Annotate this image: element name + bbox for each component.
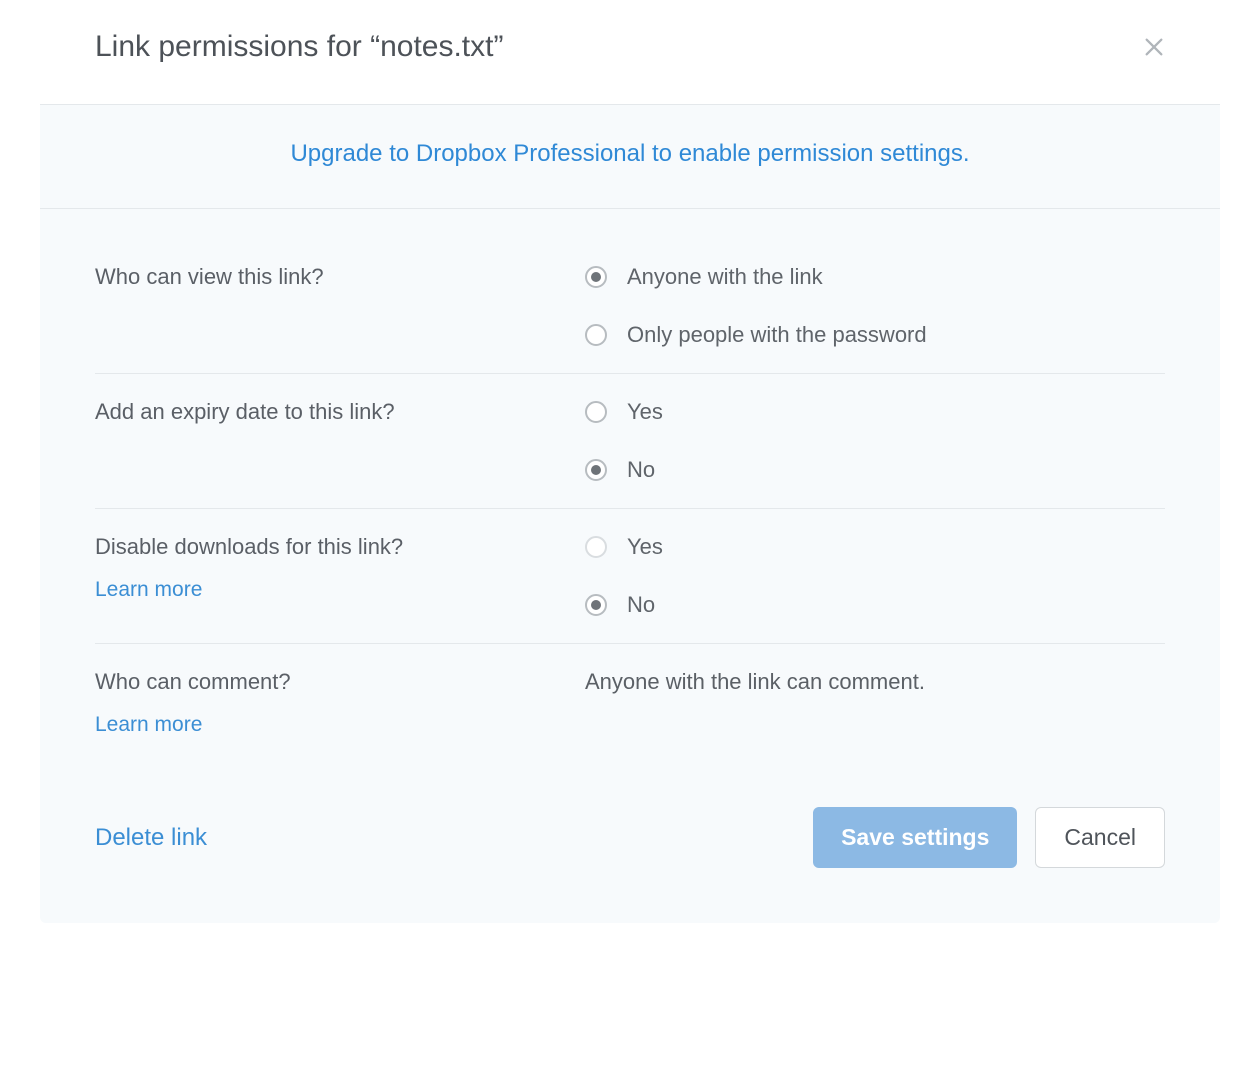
radio-label: Yes <box>627 534 663 560</box>
learn-more-comment[interactable]: Learn more <box>95 713 585 737</box>
modal-title: Link permissions for “notes.txt” <box>95 30 503 64</box>
setting-label-view: Who can view this link? <box>95 264 585 348</box>
save-settings-button[interactable]: Save settings <box>813 807 1017 868</box>
radio-expiry-yes[interactable]: Yes <box>585 399 1165 425</box>
radio-downloads-yes[interactable]: Yes <box>585 534 1165 560</box>
comment-value-text: Anyone with the link can comment. <box>585 669 1165 695</box>
close-icon[interactable] <box>1143 36 1165 58</box>
settings-body: Who can view this link? Anyone with the … <box>40 209 1220 792</box>
setting-label-comment: Who can comment? <box>95 669 291 694</box>
cancel-button[interactable]: Cancel <box>1035 807 1165 868</box>
upgrade-link[interactable]: Upgrade to Dropbox Professional to enabl… <box>290 140 969 167</box>
modal-header: Link permissions for “notes.txt” <box>40 0 1220 104</box>
radio-icon <box>585 536 607 558</box>
setting-label-downloads: Disable downloads for this link? <box>95 534 403 559</box>
setting-options-view: Anyone with the link Only people with th… <box>585 264 1165 348</box>
link-permissions-modal: Link permissions for “notes.txt” Upgrade… <box>40 0 1220 923</box>
radio-downloads-no[interactable]: No <box>585 592 1165 618</box>
setting-row-expiry: Add an expiry date to this link? Yes No <box>95 374 1165 509</box>
delete-link[interactable]: Delete link <box>95 824 207 852</box>
learn-more-downloads[interactable]: Learn more <box>95 578 585 602</box>
radio-icon <box>585 324 607 346</box>
radio-label: Only people with the password <box>627 322 927 348</box>
modal-footer: Delete link Save settings Cancel <box>40 792 1220 923</box>
radio-view-password[interactable]: Only people with the password <box>585 322 1165 348</box>
radio-label: Anyone with the link <box>627 264 823 290</box>
setting-row-view: Who can view this link? Anyone with the … <box>95 239 1165 374</box>
radio-label: Yes <box>627 399 663 425</box>
upgrade-banner: Upgrade to Dropbox Professional to enabl… <box>40 104 1220 209</box>
radio-icon <box>585 594 607 616</box>
setting-options-expiry: Yes No <box>585 399 1165 483</box>
setting-value-comment: Anyone with the link can comment. <box>585 669 1165 737</box>
radio-icon <box>585 266 607 288</box>
radio-icon <box>585 401 607 423</box>
radio-expiry-no[interactable]: No <box>585 457 1165 483</box>
setting-row-comment: Who can comment? Learn more Anyone with … <box>95 644 1165 762</box>
footer-actions: Save settings Cancel <box>813 807 1165 868</box>
setting-label-expiry: Add an expiry date to this link? <box>95 399 585 483</box>
radio-label: No <box>627 457 655 483</box>
setting-row-downloads: Disable downloads for this link? Learn m… <box>95 509 1165 644</box>
setting-options-downloads: Yes No <box>585 534 1165 618</box>
radio-icon <box>585 459 607 481</box>
radio-label: No <box>627 592 655 618</box>
radio-view-anyone[interactable]: Anyone with the link <box>585 264 1165 290</box>
